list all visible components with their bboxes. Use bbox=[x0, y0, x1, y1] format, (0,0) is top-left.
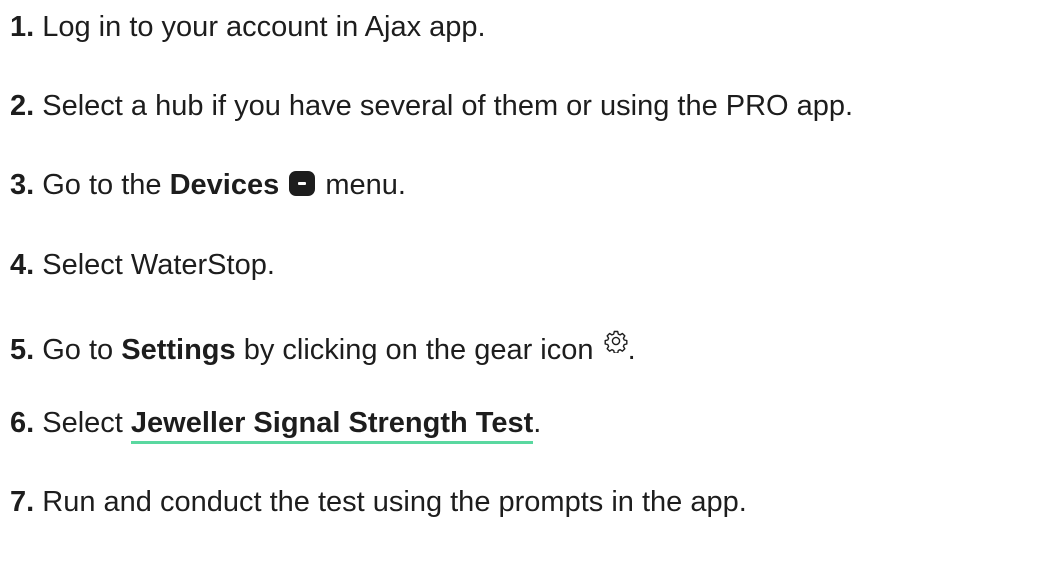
step-text: Select a hub if you have several of them… bbox=[34, 90, 854, 122]
step-3: 3. Go to the Devices menu. bbox=[10, 165, 406, 205]
step-text-post: menu. bbox=[317, 169, 406, 201]
step-text-mid: by clicking on the gear icon bbox=[235, 334, 602, 366]
devices-menu-label: Devices bbox=[169, 169, 280, 201]
step-4: 4. Select WaterStop. bbox=[10, 245, 275, 285]
settings-label: Settings bbox=[121, 334, 236, 366]
step-text-post: . bbox=[627, 334, 636, 366]
step-number: 4. bbox=[10, 249, 35, 281]
step-7: 7. Run and conduct the test using the pr… bbox=[10, 482, 747, 522]
step-text-pre: Select bbox=[34, 407, 131, 439]
step-5: 5. Go to Settings by clicking on the gea… bbox=[10, 324, 636, 366]
devices-icon bbox=[289, 171, 316, 196]
gear-icon bbox=[604, 324, 628, 354]
step-text-pre: Go to bbox=[34, 334, 122, 366]
step-6: 6. Select Jeweller Signal Strength Test. bbox=[10, 403, 542, 444]
step-text: Log in to your account in Ajax app. bbox=[34, 11, 486, 43]
step-number: 5. bbox=[10, 334, 35, 366]
step-1: 1. Log in to your account in Ajax app. bbox=[10, 7, 486, 47]
jeweller-signal-strength-test-link[interactable]: Jeweller Signal Strength Test bbox=[130, 407, 534, 444]
step-text-pre: Go to the bbox=[34, 169, 170, 201]
step-number: 3. bbox=[10, 169, 35, 201]
step-text-post: . bbox=[533, 407, 542, 439]
step-number: 7. bbox=[10, 486, 35, 518]
step-number: 6. bbox=[10, 407, 35, 439]
step-number: 1. bbox=[10, 11, 35, 43]
step-2: 2. Select a hub if you have several of t… bbox=[10, 86, 853, 126]
step-number: 2. bbox=[10, 90, 35, 122]
step-text: Select WaterStop. bbox=[34, 249, 275, 281]
step-text: Run and conduct the test using the promp… bbox=[34, 486, 747, 518]
